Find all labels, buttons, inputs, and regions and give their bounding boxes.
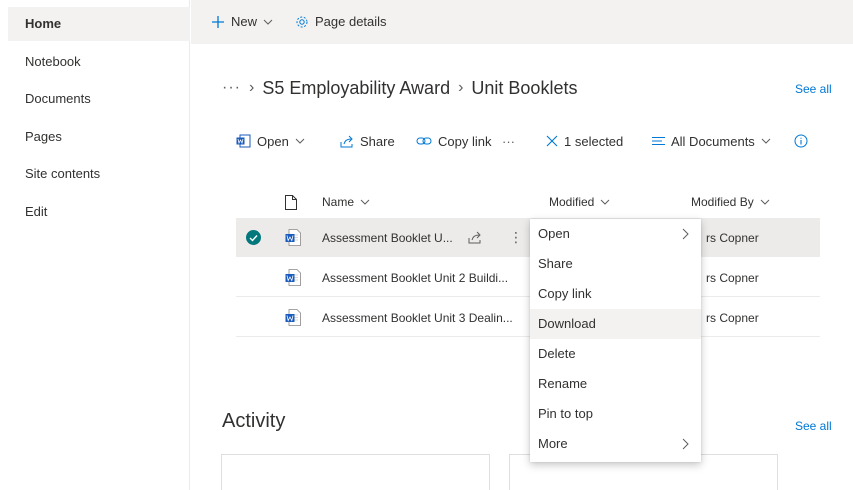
row-share-button[interactable] bbox=[468, 218, 482, 257]
new-button[interactable]: New bbox=[211, 0, 273, 44]
name-column-header[interactable]: Name bbox=[322, 186, 370, 218]
activity-heading: Activity bbox=[222, 410, 286, 432]
context-menu: Open Share Copy link Download Delete Ren… bbox=[530, 219, 701, 462]
nav-item-pages[interactable]: Pages bbox=[8, 120, 190, 154]
see-all-activity-link[interactable]: See all bbox=[795, 419, 832, 433]
file-name-link[interactable]: Assessment Booklet Unit 3 Dealin... bbox=[322, 298, 513, 337]
breadcrumb: ··· › S5 Employability Award › Unit Book… bbox=[222, 74, 577, 102]
menu-item-more[interactable]: More bbox=[530, 429, 701, 459]
plus-icon bbox=[212, 16, 224, 28]
left-navigation: Home Notebook Documents Pages Site conte… bbox=[0, 0, 190, 490]
lines-icon bbox=[652, 137, 665, 145]
view-selector[interactable]: All Documents bbox=[652, 126, 771, 156]
modified-column-header[interactable]: Modified bbox=[549, 186, 610, 218]
chevron-down-icon bbox=[601, 199, 610, 205]
modified-by-column-label: Modified By bbox=[691, 195, 754, 209]
clear-selection-button[interactable]: 1 selected bbox=[546, 126, 623, 156]
chevron-right-icon bbox=[682, 228, 689, 240]
word-app-icon bbox=[236, 134, 251, 148]
chevron-right-icon: › bbox=[248, 79, 255, 96]
nav-item-site-contents[interactable]: Site contents bbox=[8, 157, 190, 191]
close-icon bbox=[546, 135, 558, 147]
table-row[interactable]: Assessment Booklet U... ⋮ rs Copner bbox=[236, 218, 820, 257]
chevron-right-icon bbox=[682, 438, 689, 450]
open-label: Open bbox=[257, 133, 289, 149]
table-row[interactable]: Assessment Booklet Unit 2 Buildi... rs C… bbox=[236, 258, 820, 297]
nav-item-notebook[interactable]: Notebook bbox=[8, 45, 190, 79]
menu-item-copy-link[interactable]: Copy link bbox=[530, 279, 701, 309]
menu-item-pin-to-top[interactable]: Pin to top bbox=[530, 399, 701, 429]
selected-count: 1 selected bbox=[564, 133, 624, 149]
copy-link-label: Copy link bbox=[438, 133, 492, 149]
row-more-actions-button[interactable]: ⋮ bbox=[509, 218, 523, 257]
modified-by-value: rs Copner bbox=[706, 230, 759, 245]
file-name-link[interactable]: Assessment Booklet Unit 2 Buildi... bbox=[322, 258, 508, 297]
chevron-down-icon bbox=[360, 199, 370, 205]
modified-by-value: rs Copner bbox=[706, 270, 759, 285]
menu-item-delete[interactable]: Delete bbox=[530, 339, 701, 369]
nav-item-documents[interactable]: Documents bbox=[8, 82, 190, 116]
info-button[interactable] bbox=[794, 126, 808, 156]
chevron-down-icon bbox=[760, 199, 770, 205]
table-row[interactable]: Assessment Booklet Unit 3 Dealin... rs C… bbox=[236, 298, 820, 337]
modified-column-label: Modified bbox=[549, 195, 595, 209]
name-column-label: Name bbox=[322, 195, 355, 209]
command-bar: New Page details bbox=[191, 0, 853, 44]
chevron-down-icon bbox=[761, 138, 771, 144]
document-icon bbox=[285, 194, 297, 210]
share-icon bbox=[468, 231, 481, 244]
copy-link-button[interactable]: Copy link bbox=[416, 126, 491, 156]
list-header: Name Modified Modified By bbox=[236, 186, 820, 218]
menu-item-rename[interactable]: Rename bbox=[530, 369, 701, 399]
page-details-label: Page details bbox=[315, 14, 387, 29]
modified-by-column-header[interactable]: Modified By bbox=[691, 186, 770, 218]
chevron-down-icon bbox=[263, 19, 273, 25]
menu-item-download[interactable]: Download bbox=[530, 309, 701, 339]
library-toolbar: Open Share Copy link ··· 1 selected All … bbox=[222, 126, 842, 156]
page-details-button[interactable]: Page details bbox=[295, 0, 387, 44]
more-actions-button[interactable]: ··· bbox=[502, 126, 515, 156]
breadcrumb-item-award[interactable]: S5 Employability Award bbox=[262, 78, 450, 99]
see-all-documents-link[interactable]: See all bbox=[795, 82, 832, 96]
breadcrumb-overflow-button[interactable]: ··· bbox=[222, 79, 241, 97]
chevron-right-icon: › bbox=[458, 79, 464, 96]
chevron-down-icon bbox=[295, 138, 305, 144]
new-label: New bbox=[231, 14, 258, 29]
menu-item-label: Open bbox=[538, 226, 570, 241]
file-type-column-header[interactable] bbox=[285, 186, 297, 218]
check-circle-icon[interactable] bbox=[246, 230, 261, 245]
share-button[interactable]: Share bbox=[340, 126, 395, 156]
menu-item-share[interactable]: Share bbox=[530, 249, 701, 279]
menu-item-label: More bbox=[538, 436, 568, 451]
word-file-icon bbox=[285, 269, 301, 286]
info-icon bbox=[794, 134, 808, 148]
gear-icon bbox=[296, 16, 308, 28]
nav-item-edit[interactable]: Edit bbox=[8, 195, 190, 229]
file-name-link[interactable]: Assessment Booklet U... bbox=[322, 218, 453, 257]
open-button[interactable]: Open bbox=[236, 126, 305, 156]
activity-card[interactable] bbox=[221, 454, 490, 490]
view-label: All Documents bbox=[671, 133, 755, 149]
menu-item-open[interactable]: Open bbox=[530, 219, 701, 249]
breadcrumb-item-unit-booklets: Unit Booklets bbox=[471, 77, 578, 98]
nav-item-home[interactable]: Home bbox=[8, 7, 190, 41]
share-label: Share bbox=[360, 133, 395, 149]
share-icon bbox=[340, 135, 353, 147]
link-icon bbox=[416, 137, 432, 145]
word-file-icon bbox=[285, 229, 301, 246]
modified-by-value: rs Copner bbox=[706, 310, 759, 325]
word-file-icon bbox=[285, 309, 301, 326]
